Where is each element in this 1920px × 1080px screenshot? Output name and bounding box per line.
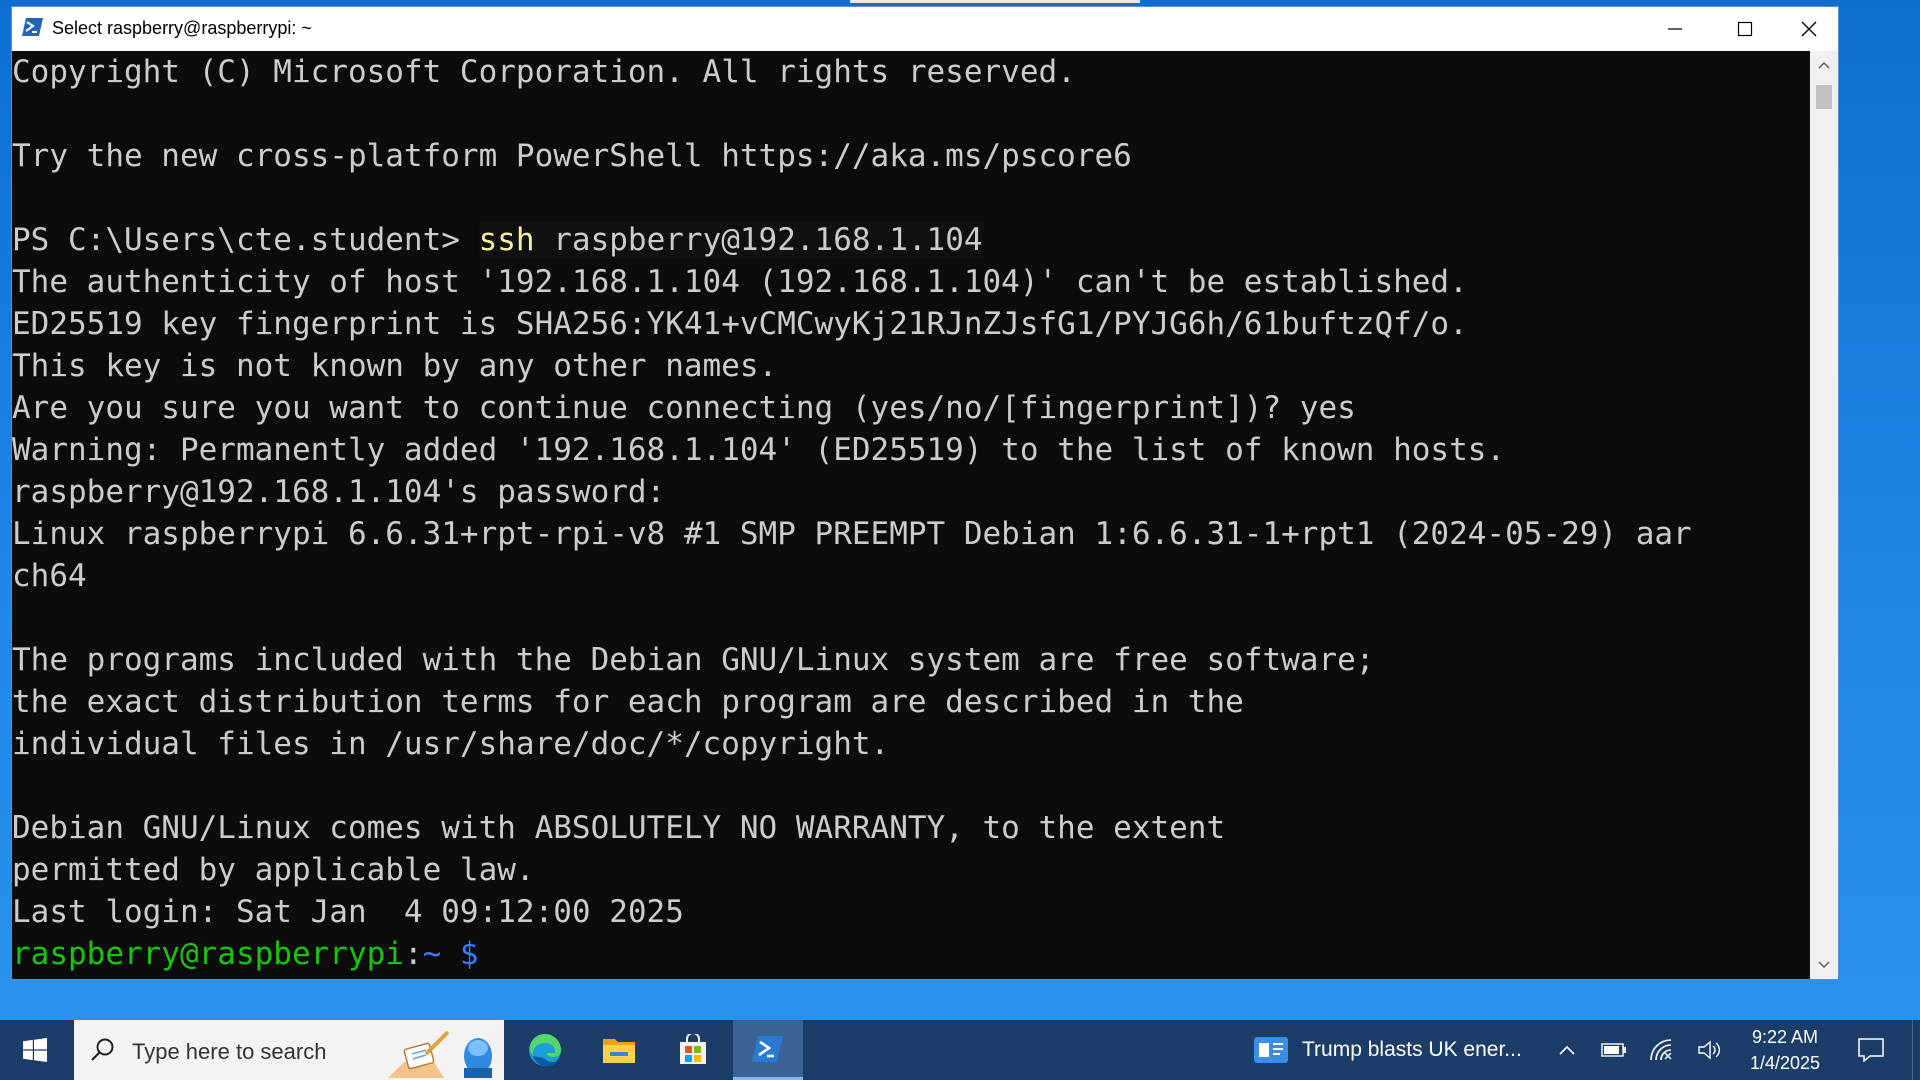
ps-command-line: PS C:\Users\cte.student> ssh raspberry@1… (12, 219, 1810, 261)
chevron-up-icon (1818, 61, 1830, 69)
network-icon (1650, 1039, 1672, 1061)
maximize-button[interactable] (1710, 7, 1780, 51)
taskbar: Type here to search Trump blasts UK ener… (0, 1020, 1920, 1080)
powershell-icon (752, 1035, 783, 1062)
terminal-line: the exact distribution terms for each pr… (12, 684, 1244, 720)
prompt-path: ~ $ (422, 936, 479, 972)
terminal-line: ch64 (12, 558, 87, 594)
minimize-button[interactable] (1640, 7, 1710, 51)
search-placeholder: Type here to search (132, 1039, 327, 1064)
windows-logo-icon (23, 1038, 47, 1062)
terminal-line: The authenticity of host '192.168.1.104 … (12, 264, 1468, 300)
terminal-line: Warning: Permanently added '192.168.1.10… (12, 432, 1506, 468)
file-explorer-icon (603, 1039, 635, 1063)
show-hidden-icons-button[interactable] (1549, 1020, 1585, 1080)
action-center-button[interactable] (1846, 1020, 1896, 1080)
prompt-user-host: raspberry@raspberrypi (12, 936, 404, 972)
close-button[interactable] (1780, 7, 1838, 51)
close-icon (1801, 21, 1817, 37)
taskbar-clock[interactable]: 9:22 AM 1/4/2025 (1740, 1024, 1830, 1076)
terminal-line: individual files in /usr/share/doc/*/cop… (12, 726, 890, 762)
network-status-button[interactable] (1645, 1020, 1681, 1080)
clock-time: 9:22 AM (1751, 1027, 1819, 1047)
command-name: ssh (478, 222, 535, 258)
search-highlight-illustration-icon (388, 1030, 492, 1078)
terminal-line: permitted by applicable law. (12, 852, 535, 888)
taskbar-search-box[interactable]: Type here to search (74, 1020, 504, 1080)
ps-prompt: PS C:\Users\cte.student> (12, 222, 479, 258)
maximize-icon (1737, 21, 1753, 37)
news-headline: Trump blasts UK ener... (1302, 1038, 1522, 1061)
terminal-line: Linux raspberrypi 6.6.31+rpt-rpi-v8 #1 S… (12, 516, 1692, 552)
scroll-up-arrow[interactable] (1810, 51, 1838, 79)
clock-date: 1/4/2025 (1749, 1053, 1821, 1073)
terminal-line: This key is not known by any other names… (12, 348, 778, 384)
taskbar-file-explorer-button[interactable] (584, 1020, 654, 1080)
microsoft-store-icon (680, 1034, 706, 1064)
window-edge-highlight (850, 0, 1140, 3)
terminal-line: Are you sure you want to continue connec… (12, 390, 1356, 426)
terminal-line: raspberry@192.168.1.104's password: (12, 474, 666, 510)
battery-status-button[interactable] (1596, 1020, 1632, 1080)
minimize-icon (1668, 28, 1682, 30)
scroll-down-arrow[interactable] (1810, 951, 1838, 979)
scroll-thumb[interactable] (1816, 85, 1832, 109)
terminal-line: The programs included with the Debian GN… (12, 642, 1375, 678)
edge-icon (529, 1034, 561, 1066)
title-bar[interactable]: Select raspberry@raspberrypi: ~ (12, 7, 1838, 51)
speaker-icon (1698, 1040, 1720, 1060)
search-icon (91, 1038, 114, 1061)
show-desktop-button[interactable] (1912, 1020, 1920, 1080)
terminal-line: Copyright (C) Microsoft Corporation. All… (12, 54, 1076, 90)
terminal-output[interactable]: Copyright (C) Microsoft Corporation. All… (12, 51, 1810, 979)
prompt-separator: : (403, 936, 423, 972)
terminal-line: Debian GNU/Linux comes with ABSOLUTELY N… (12, 810, 1226, 846)
chevron-down-icon (1818, 961, 1830, 969)
command-argument: raspberry@192.168.1.104 (534, 222, 983, 258)
terminal-line: Try the new cross-platform PowerShell ht… (12, 138, 1132, 174)
battery-icon (1601, 1043, 1626, 1057)
powershell-title-icon (22, 17, 44, 37)
terminal-window[interactable]: Select raspberry@raspberrypi: ~ Copyrigh… (12, 7, 1838, 979)
news-icon (1254, 1037, 1288, 1063)
shell-prompt-line[interactable]: raspberry@raspberrypi:~ $ (12, 933, 1810, 975)
notification-icon (1858, 1038, 1884, 1062)
news-widget[interactable]: Trump blasts UK ener... (1250, 1020, 1530, 1080)
vertical-scrollbar[interactable] (1810, 51, 1838, 979)
terminal-line: ED25519 key fingerprint is SHA256:YK41+v… (12, 306, 1468, 342)
taskbar-powershell-button[interactable] (733, 1020, 803, 1080)
chevron-up-icon (1559, 1045, 1575, 1055)
volume-button[interactable] (1692, 1020, 1728, 1080)
start-button[interactable] (0, 1020, 70, 1080)
taskbar-store-button[interactable] (658, 1020, 728, 1080)
window-title: Select raspberry@raspberrypi: ~ (52, 18, 312, 38)
taskbar-edge-button[interactable] (510, 1020, 580, 1080)
terminal-line: Last login: Sat Jan 4 09:12:00 2025 (12, 894, 684, 930)
